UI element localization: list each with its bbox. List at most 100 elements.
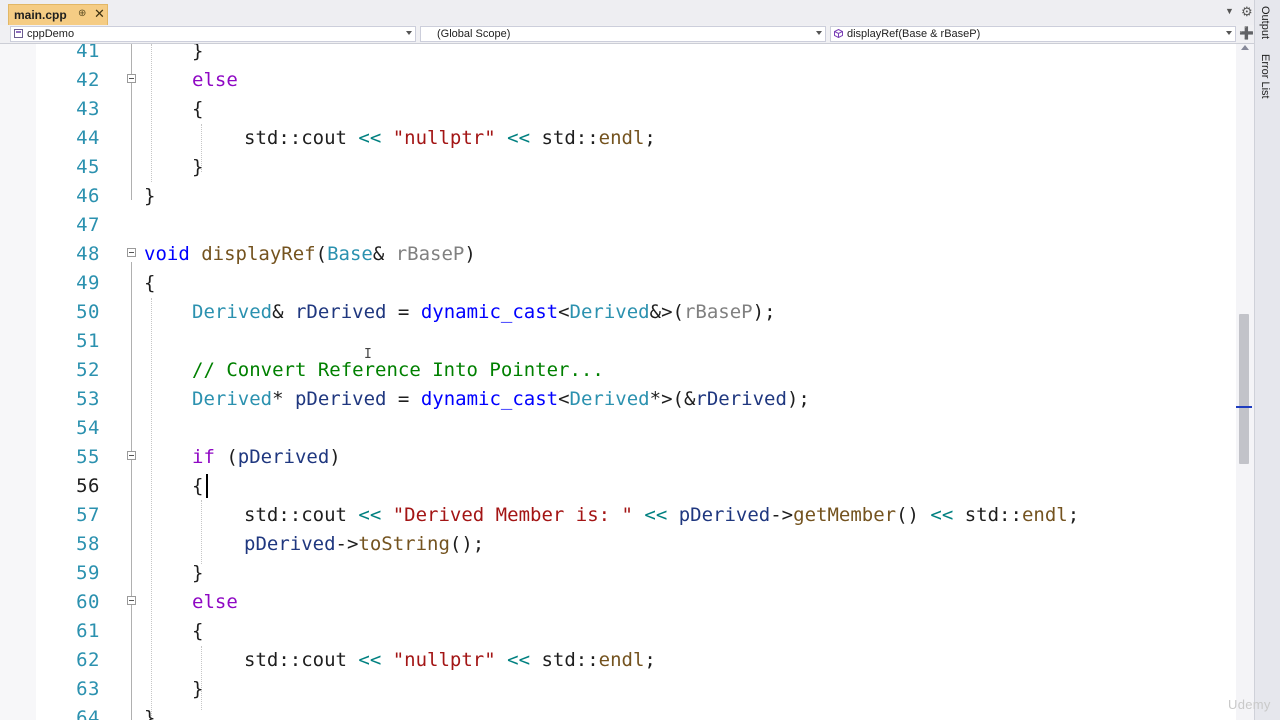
- line-number: 50: [76, 301, 100, 323]
- token: "nullptr": [392, 127, 496, 149]
- collapse-toggle-icon[interactable]: [127, 74, 136, 83]
- token: Derived: [569, 388, 650, 410]
- tab-main-cpp[interactable]: main.cpp ⊕ ✕: [8, 4, 108, 25]
- project-name: cppDemo: [27, 28, 75, 40]
- code-line: 62 std::cout << "nullptr" << std::endl;: [0, 646, 1236, 675]
- member-dropdown[interactable]: displayRef(Base & rBaseP): [830, 26, 1236, 42]
- line-number: 45: [76, 156, 100, 178]
- line-number: 54: [76, 417, 100, 439]
- code-line: 42 else: [0, 66, 1236, 95]
- token: <: [558, 301, 570, 323]
- token: }: [144, 707, 156, 720]
- token: {: [192, 98, 204, 120]
- token: >: [661, 388, 673, 410]
- chevron-down-icon: [1226, 31, 1232, 35]
- error-list-tab[interactable]: Error List: [1259, 54, 1271, 99]
- line-number: 48: [76, 243, 100, 265]
- gear-icon[interactable]: ⚙: [1241, 4, 1253, 20]
- token: getMember: [793, 504, 897, 526]
- code-line-current: 56 {: [0, 472, 1236, 501]
- token: <<: [346, 504, 393, 526]
- side-tool-panel: Output Error List: [1254, 0, 1280, 720]
- token: else: [192, 591, 238, 613]
- code-text: }: [144, 704, 155, 720]
- caret-position-marker: [1236, 406, 1252, 408]
- tab-title: main.cpp: [14, 8, 67, 22]
- token: std::: [541, 649, 599, 671]
- scrollbar-thumb[interactable]: [1239, 314, 1249, 464]
- token: cout: [301, 649, 347, 671]
- project-dropdown[interactable]: cppDemo: [10, 26, 416, 42]
- line-number: 49: [76, 272, 100, 294]
- code-line: 47: [0, 211, 1236, 240]
- code-text: else: [144, 66, 238, 95]
- collapse-toggle-icon[interactable]: [127, 451, 136, 460]
- code-line: 46 }: [0, 182, 1236, 211]
- token: <<: [495, 127, 542, 149]
- collapse-toggle-icon[interactable]: [127, 248, 136, 257]
- token: (: [315, 243, 328, 265]
- function-icon: [834, 29, 843, 38]
- token: {: [144, 272, 156, 294]
- line-number: 55: [76, 446, 100, 468]
- token: (): [896, 504, 919, 526]
- scroll-up-icon[interactable]: [1241, 45, 1249, 50]
- code-text: {: [144, 95, 203, 124]
- token: pDerived: [244, 533, 336, 555]
- token: <<: [918, 504, 965, 526]
- code-line: 54: [0, 414, 1236, 443]
- token: std::: [541, 127, 599, 149]
- scope-name: (Global Scope): [437, 28, 511, 40]
- line-number: 61: [76, 620, 100, 642]
- token: if: [192, 446, 215, 468]
- token: <<: [346, 127, 393, 149]
- code-editor[interactable]: 41 } 42 else 43 { 44 std::cout << "nullp…: [0, 44, 1236, 720]
- code-text: void displayRef(Base& rBaseP): [144, 240, 476, 269]
- comment-token: // Convert Reference Into Pointer...: [192, 359, 604, 381]
- token: ->: [770, 504, 794, 526]
- token: ;: [644, 649, 656, 671]
- watermark-logo: Udemy: [1228, 697, 1271, 712]
- token: }: [192, 156, 204, 178]
- token: <<: [632, 504, 679, 526]
- token: pDerived: [678, 504, 771, 526]
- text-caret: [206, 474, 208, 498]
- code-line: 58 pDerived->toString();: [0, 530, 1236, 559]
- token: pDerived: [294, 388, 387, 410]
- line-number: 53: [76, 388, 100, 410]
- code-line: 49 {: [0, 269, 1236, 298]
- project-icon: [14, 29, 23, 38]
- line-number: 44: [76, 127, 100, 149]
- collapse-toggle-icon[interactable]: [127, 596, 136, 605]
- line-number: 60: [76, 591, 100, 613]
- token: else: [192, 69, 238, 91]
- output-tab[interactable]: Output: [1259, 6, 1271, 39]
- token: Derived: [192, 301, 273, 323]
- token: endl: [598, 127, 645, 149]
- chevron-down-icon: [406, 31, 412, 35]
- tab-list-dropdown-icon[interactable]: ▼: [1225, 6, 1234, 16]
- token: dynamic_cast: [420, 301, 559, 323]
- token: ): [464, 243, 476, 265]
- code-text: }: [144, 675, 203, 704]
- token: Derived: [192, 388, 273, 410]
- pin-icon[interactable]: ⊕: [78, 8, 86, 19]
- vertical-scrollbar[interactable]: [1236, 44, 1254, 720]
- code-text: }: [144, 44, 203, 66]
- navigation-bar: cppDemo (Global Scope) displayRef(Base &…: [0, 25, 1254, 44]
- token: cout: [301, 127, 347, 149]
- code-line: 63 }: [0, 675, 1236, 704]
- ibeam-cursor-icon: I: [364, 347, 372, 362]
- code-line: 60 else: [0, 588, 1236, 617]
- token: rDerived: [294, 301, 387, 323]
- token: toString: [358, 533, 450, 555]
- token: Base: [327, 243, 373, 265]
- split-editor-icon[interactable]: ➕: [1239, 26, 1254, 40]
- token: }: [192, 562, 204, 584]
- scope-dropdown[interactable]: (Global Scope): [420, 26, 826, 42]
- member-name: displayRef(Base & rBaseP): [847, 28, 981, 40]
- line-number: 59: [76, 562, 100, 584]
- line-number: 51: [76, 330, 100, 352]
- close-icon[interactable]: ✕: [94, 6, 105, 22]
- code-text: std::cout << "nullptr" << std::endl;: [144, 646, 656, 675]
